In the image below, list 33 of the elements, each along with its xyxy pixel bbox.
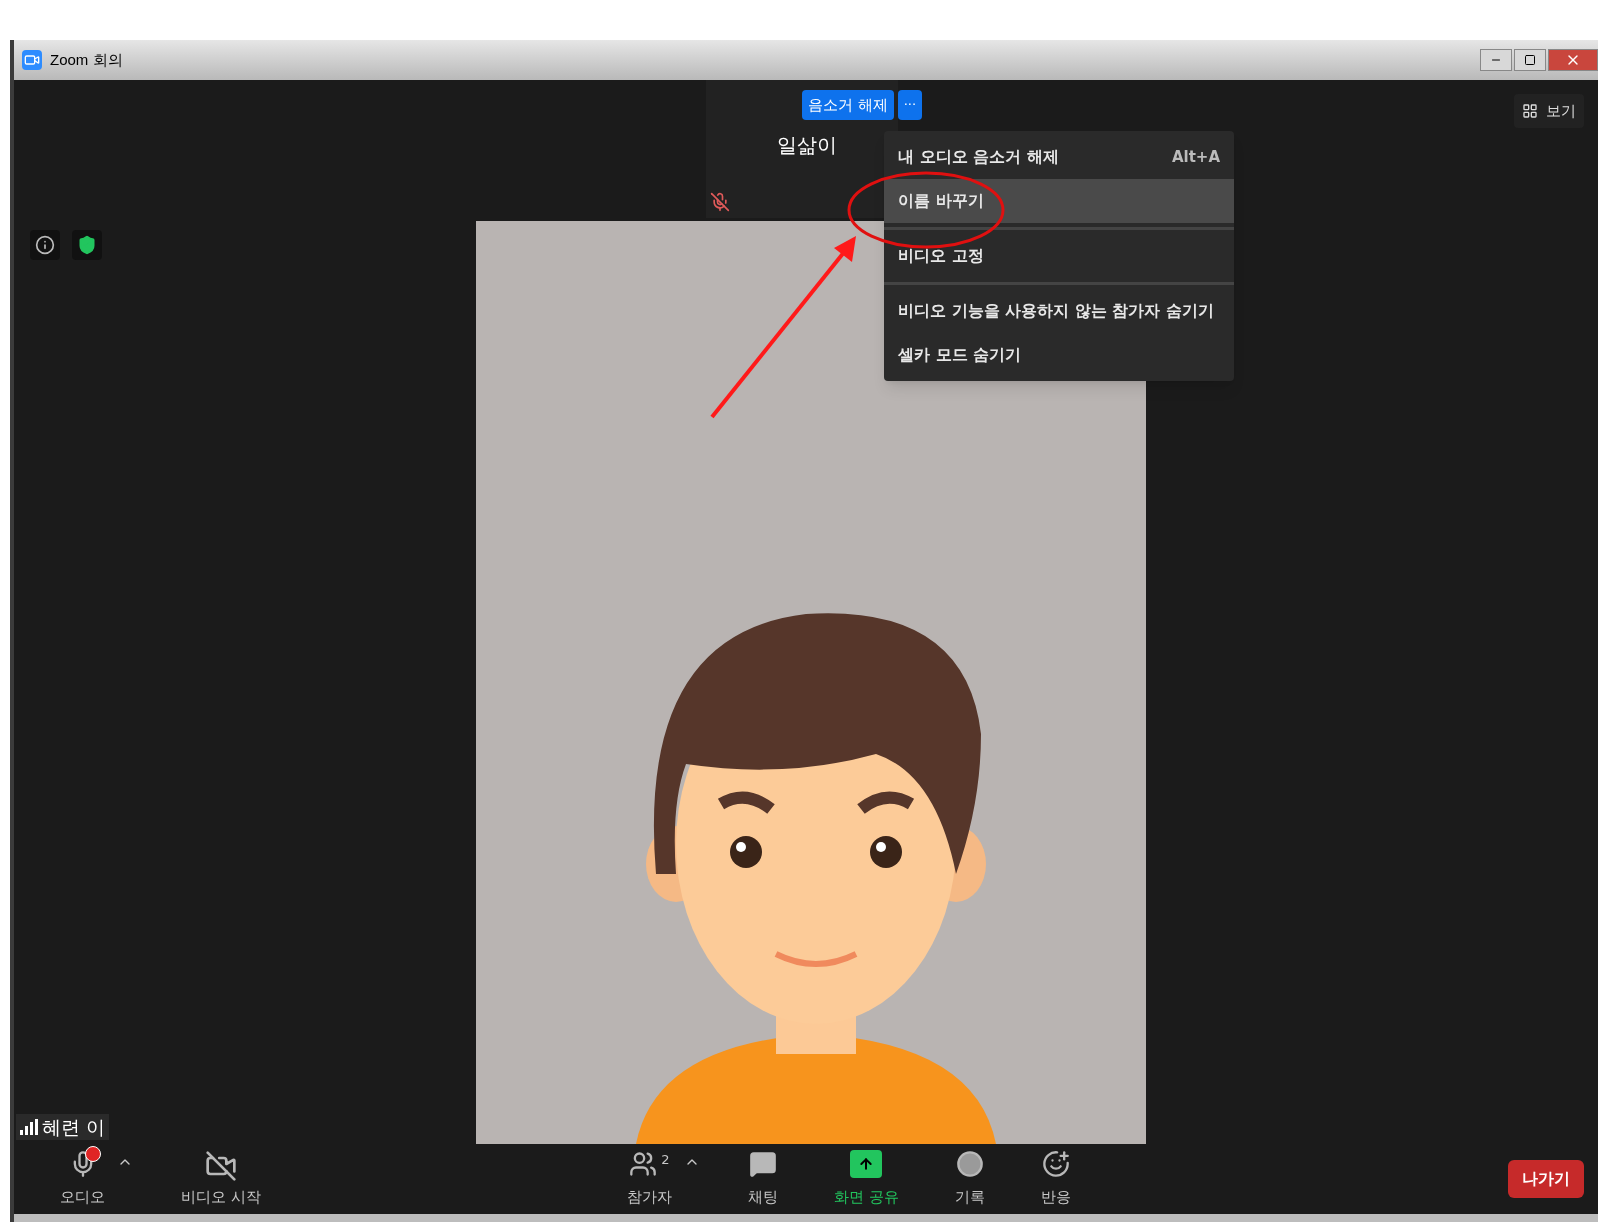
- maximize-icon: [1524, 54, 1536, 66]
- smiley-plus-icon: [1041, 1149, 1070, 1178]
- record-icon: [955, 1149, 984, 1178]
- shortcut-label: Alt+A: [1171, 146, 1220, 168]
- menu-item[interactable]: 이름 바꾸기: [884, 179, 1234, 223]
- participant-name: 일삶이: [777, 132, 837, 159]
- toolbar-button[interactable]: 오디오: [52, 1149, 113, 1209]
- signal-bars-icon: [20, 1119, 38, 1135]
- menu-item[interactable]: 비디오 기능을 사용하지 않는 참가자 숨기기: [884, 289, 1234, 333]
- more-button[interactable]: ···: [897, 90, 923, 120]
- leave-button[interactable]: 나가기: [1508, 1160, 1584, 1198]
- unmute-button[interactable]: 음소거 해제: [801, 90, 894, 120]
- info-icon[interactable]: [30, 230, 60, 260]
- grid-icon: [1522, 103, 1538, 119]
- participant-count: 2: [661, 1150, 670, 1169]
- zoom-logo-icon: [22, 50, 42, 70]
- menu-item[interactable]: 셀카 모드 숨기기: [884, 333, 1234, 377]
- participant-name: 혜련 이: [42, 1114, 106, 1140]
- toolbar-button[interactable]: 2 참가자: [618, 1149, 680, 1209]
- toolbar-button[interactable]: 화면 공유: [825, 1149, 907, 1209]
- menu-item[interactable]: 내 오디오 음소거 해제 Alt+A: [884, 135, 1234, 179]
- video-off-icon: [204, 1149, 237, 1182]
- menu-item[interactable]: 비디오 고정: [884, 234, 1234, 278]
- window-title: Zoom 회의: [50, 49, 123, 70]
- toolbar-button[interactable]: 반응: [1032, 1149, 1079, 1209]
- people-icon: [629, 1149, 658, 1178]
- toolbar-button[interactable]: 채팅: [739, 1149, 786, 1209]
- toolbar-button[interactable]: 비디오 시작: [173, 1149, 269, 1209]
- toolbar-button[interactable]: 기록: [946, 1149, 993, 1209]
- chat-bubble-icon: [748, 1149, 777, 1178]
- maximize-button[interactable]: [1514, 49, 1546, 71]
- view-button[interactable]: 보기: [1514, 94, 1584, 128]
- shield-check-icon[interactable]: [72, 230, 102, 260]
